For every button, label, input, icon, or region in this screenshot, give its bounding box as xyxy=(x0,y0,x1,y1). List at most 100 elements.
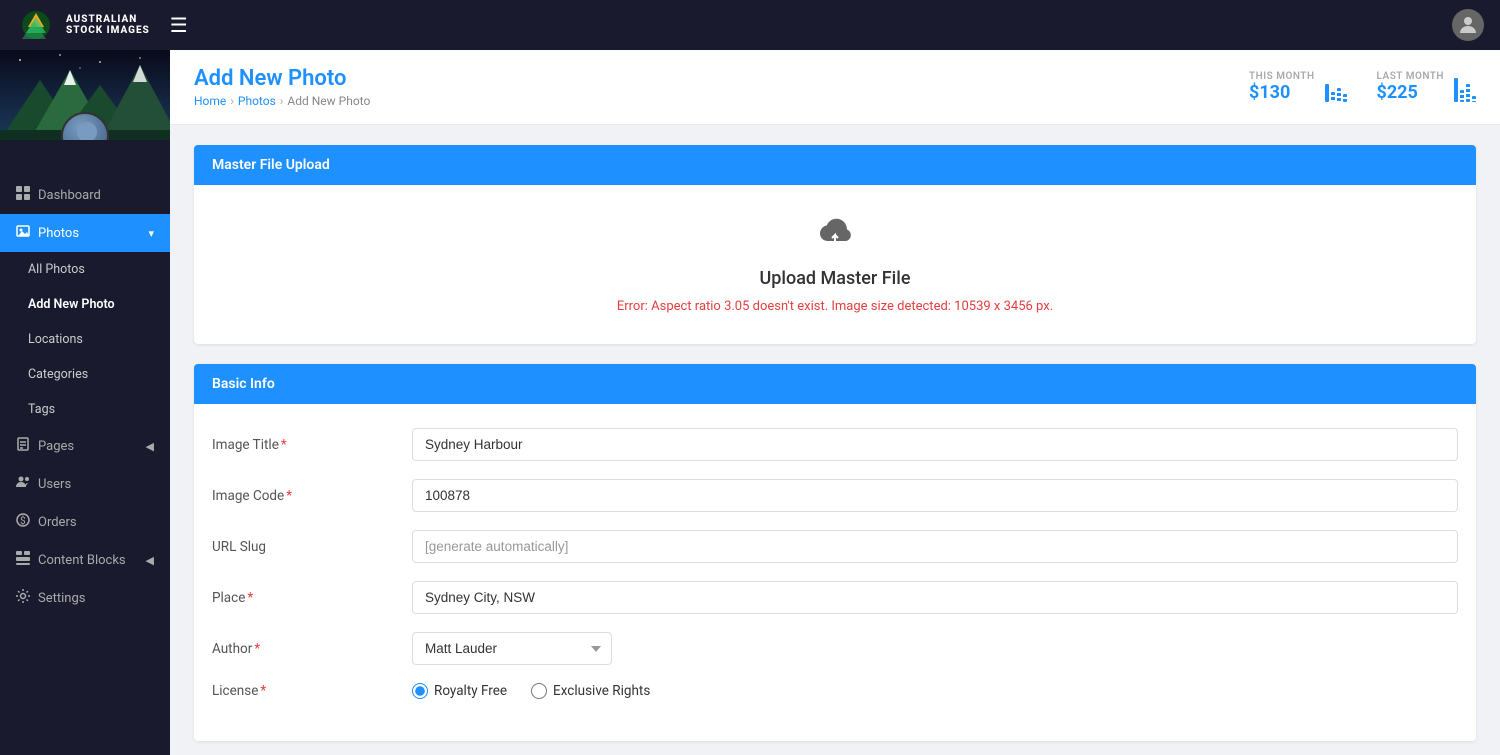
sidebar-label-pages: Pages xyxy=(38,439,74,454)
bar-1 xyxy=(1325,84,1329,102)
image-code-field xyxy=(412,479,1458,512)
author-row: Author* Matt Lauder John Smith xyxy=(212,632,1458,665)
image-title-row: Image Title* xyxy=(212,428,1458,461)
royalty-free-label: Royalty Free xyxy=(434,683,507,699)
image-title-label: Image Title* xyxy=(212,437,412,453)
orders-icon: $ xyxy=(16,513,30,531)
stat-last-month: LAST MONTH $225 xyxy=(1377,71,1476,103)
image-title-input[interactable] xyxy=(412,428,1458,461)
license-row: License* Royalty Free Exclusive Ri xyxy=(212,683,1458,699)
upload-error: Error: Aspect ratio 3.05 doesn't exist. … xyxy=(224,299,1446,314)
sidebar-item-add-new-photo[interactable]: Add New Photo xyxy=(0,287,170,322)
sidebar-label-categories: Categories xyxy=(28,367,88,382)
sidebar-item-locations[interactable]: Locations xyxy=(0,322,170,357)
image-code-label: Image Code* xyxy=(212,488,412,504)
place-input[interactable] xyxy=(412,581,1458,614)
breadcrumb: Home › Photos › Add New Photo xyxy=(194,94,370,108)
svg-text:$: $ xyxy=(20,514,26,527)
last-month-chart xyxy=(1454,72,1476,102)
sidebar: Dashboard Photos ▾ All Photos Add New Ph… xyxy=(0,50,170,755)
navbar: AUSTRALIAN STOCK IMAGES ☰ xyxy=(0,0,1500,50)
sidebar-item-orders[interactable]: $ Orders xyxy=(0,503,170,541)
content-blocks-chevron-icon: ◀ xyxy=(146,554,154,567)
upload-area[interactable]: Upload Master File Error: Aspect ratio 3… xyxy=(194,185,1476,344)
place-field xyxy=(412,581,1458,614)
license-field: Royalty Free Exclusive Rights xyxy=(412,683,1458,699)
upload-section-header: Master File Upload xyxy=(194,145,1476,185)
sidebar-label-dashboard: Dashboard xyxy=(38,188,101,203)
sidebar-label-tags: Tags xyxy=(28,402,55,417)
main-content: Master File Upload Upload Master File Er… xyxy=(170,125,1500,755)
sidebar-nav: Dashboard Photos ▾ All Photos Add New Ph… xyxy=(0,168,170,755)
breadcrumb-sep-2: › xyxy=(280,94,284,108)
last-month-label: LAST MONTH xyxy=(1377,71,1444,82)
sidebar-item-users[interactable]: Users xyxy=(0,465,170,503)
basic-info-section-card: Basic Info Image Title* Im xyxy=(194,364,1476,741)
url-slug-field xyxy=(412,530,1458,563)
this-month-chart xyxy=(1325,72,1347,102)
exclusive-rights-label: Exclusive Rights xyxy=(553,683,650,699)
page-header: Add New Photo Home › Photos › Add New Ph… xyxy=(170,50,1500,125)
sidebar-label-add-new-photo: Add New Photo xyxy=(28,297,115,312)
sidebar-label-settings: Settings xyxy=(38,591,85,606)
breadcrumb-photos[interactable]: Photos xyxy=(238,94,276,108)
content-area: Add New Photo Home › Photos › Add New Ph… xyxy=(170,50,1500,755)
sidebar-item-settings[interactable]: Settings xyxy=(0,579,170,617)
sidebar-item-pages[interactable]: Pages ◀ xyxy=(0,427,170,465)
upload-label: Upload Master File xyxy=(224,268,1446,289)
author-select[interactable]: Matt Lauder John Smith xyxy=(412,632,612,665)
dashboard-icon xyxy=(16,186,30,204)
author-label: Author* xyxy=(212,641,412,657)
sidebar-label-photos: Photos xyxy=(38,226,79,241)
sidebar-item-tags[interactable]: Tags xyxy=(0,392,170,427)
page-title-section: Add New Photo Home › Photos › Add New Ph… xyxy=(194,66,370,108)
image-code-input[interactable] xyxy=(412,479,1458,512)
basic-info-section-header: Basic Info xyxy=(194,364,1476,404)
url-slug-input[interactable] xyxy=(412,530,1458,563)
photos-icon xyxy=(16,224,30,242)
breadcrumb-current: Add New Photo xyxy=(287,94,370,108)
image-title-field xyxy=(412,428,1458,461)
sidebar-label-locations: Locations xyxy=(28,332,83,347)
logo-icon xyxy=(16,5,56,45)
sidebar-avatar-icon xyxy=(63,114,109,140)
bar-2 xyxy=(1331,92,1335,102)
stat-this-month: THIS MONTH $130 xyxy=(1249,71,1347,103)
sidebar-item-content-blocks[interactable]: Content Blocks ◀ xyxy=(0,541,170,579)
user-avatar[interactable] xyxy=(1452,9,1484,41)
settings-icon xyxy=(16,589,30,607)
bar-5 xyxy=(1454,78,1458,102)
breadcrumb-home[interactable]: Home xyxy=(194,94,226,108)
sidebar-label-orders: Orders xyxy=(38,515,77,530)
pages-chevron-icon: ◀ xyxy=(146,440,154,453)
sidebar-item-dashboard[interactable]: Dashboard xyxy=(0,176,170,214)
exclusive-rights-option[interactable]: Exclusive Rights xyxy=(531,683,650,699)
exclusive-rights-radio[interactable] xyxy=(531,683,547,699)
url-slug-label: URL Slug xyxy=(212,539,412,555)
bar-6 xyxy=(1460,90,1464,102)
sidebar-label-users: Users xyxy=(38,477,71,492)
image-code-row: Image Code* xyxy=(212,479,1458,512)
this-month-label: THIS MONTH xyxy=(1249,71,1315,82)
sidebar-item-all-photos[interactable]: All Photos xyxy=(0,252,170,287)
pages-icon xyxy=(16,437,30,455)
royalty-free-radio[interactable] xyxy=(412,683,428,699)
bar-3 xyxy=(1337,88,1341,102)
last-month-value: $225 xyxy=(1377,82,1444,103)
upload-cloud-icon xyxy=(224,215,1446,260)
sidebar-item-categories[interactable]: Categories xyxy=(0,357,170,392)
sidebar-label-all-photos: All Photos xyxy=(28,262,85,277)
photos-chevron-icon: ▾ xyxy=(148,227,154,240)
users-icon xyxy=(16,475,30,493)
this-month-value: $130 xyxy=(1249,82,1315,103)
place-row: Place* xyxy=(212,581,1458,614)
url-slug-row: URL Slug xyxy=(212,530,1458,563)
royalty-free-option[interactable]: Royalty Free xyxy=(412,683,507,699)
breadcrumb-sep-1: › xyxy=(230,94,234,108)
sidebar-item-photos[interactable]: Photos ▾ xyxy=(0,214,170,252)
menu-toggle[interactable]: ☰ xyxy=(170,13,188,37)
bar-8 xyxy=(1472,96,1476,102)
stats-section: THIS MONTH $130 LAST MONTH $225 xyxy=(1249,71,1476,103)
avatar-icon xyxy=(1456,13,1480,37)
upload-section-card: Master File Upload Upload Master File Er… xyxy=(194,145,1476,344)
